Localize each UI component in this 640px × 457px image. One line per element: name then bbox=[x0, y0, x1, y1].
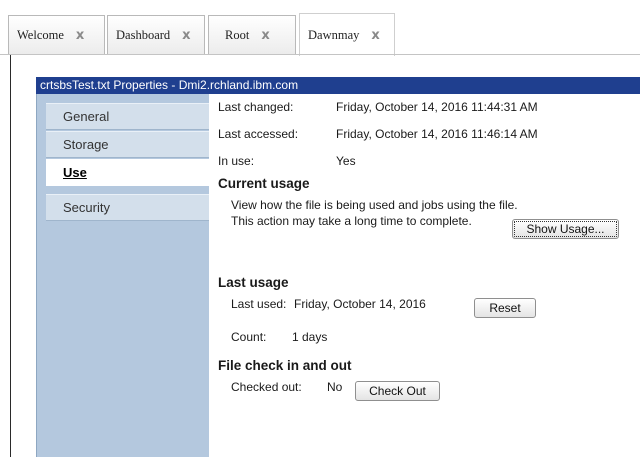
close-icon[interactable]: x bbox=[371, 28, 379, 43]
show-usage-button[interactable]: Show Usage... bbox=[512, 219, 619, 239]
nav-item-label: Use bbox=[63, 165, 87, 180]
tab-divider bbox=[0, 54, 640, 55]
window-title: crtsbsTest.txt Properties - Dmi2.rchland… bbox=[40, 78, 299, 92]
tab-label: Dashboard bbox=[116, 27, 171, 42]
close-icon[interactable]: x bbox=[182, 28, 190, 43]
properties-nav: General Storage Use Security bbox=[36, 94, 210, 457]
last-accessed-label: Last accessed: bbox=[218, 127, 299, 141]
in-use-label: In use: bbox=[218, 154, 255, 168]
window-title-bar: crtsbsTest.txt Properties - Dmi2.rchland… bbox=[36, 77, 640, 94]
nav-item-label: Security bbox=[63, 200, 110, 215]
tab-label: Dawnmay bbox=[308, 27, 360, 42]
tab-dawnmay[interactable]: Dawnmay x bbox=[299, 13, 395, 56]
tab-dashboard[interactable]: Dashboard x bbox=[107, 15, 205, 54]
current-usage-description: View how the file is being used and jobs… bbox=[231, 198, 518, 228]
use-panel: Last changed: Friday, October 14, 2016 1… bbox=[209, 94, 640, 457]
file-check-heading: File check in and out bbox=[218, 358, 352, 373]
reset-button[interactable]: Reset bbox=[474, 298, 536, 318]
check-out-button[interactable]: Check Out bbox=[355, 381, 440, 401]
last-changed-value: Friday, October 14, 2016 11:44:31 AM bbox=[336, 100, 538, 114]
tab-label: Root bbox=[225, 27, 250, 42]
count-value: 1 days bbox=[292, 330, 328, 344]
nav-item-security[interactable]: Security bbox=[46, 194, 210, 221]
last-accessed-value: Friday, October 14, 2016 11:46:14 AM bbox=[336, 127, 538, 141]
close-icon[interactable]: x bbox=[261, 28, 269, 43]
tab-bar: Welcome x Dashboard x Root x Dawnmay x bbox=[0, 0, 640, 58]
count-label: Count: bbox=[231, 330, 267, 344]
last-used-label: Last used: bbox=[231, 297, 287, 311]
close-icon[interactable]: x bbox=[76, 28, 84, 43]
checked-out-label: Checked out: bbox=[231, 380, 302, 394]
tab-label: Welcome bbox=[17, 27, 64, 42]
nav-item-use[interactable]: Use bbox=[46, 159, 210, 186]
nav-item-storage[interactable]: Storage bbox=[46, 131, 210, 158]
nav-item-label: Storage bbox=[63, 137, 109, 152]
nav-item-general[interactable]: General bbox=[46, 103, 210, 130]
nav-item-label: General bbox=[63, 109, 110, 124]
last-usage-heading: Last usage bbox=[218, 275, 289, 290]
current-usage-heading: Current usage bbox=[218, 176, 310, 191]
in-use-value: Yes bbox=[336, 154, 356, 168]
last-used-value: Friday, October 14, 2016 bbox=[294, 297, 426, 311]
checked-out-value: No bbox=[327, 380, 343, 394]
last-changed-label: Last changed: bbox=[218, 100, 294, 114]
tab-welcome[interactable]: Welcome x bbox=[8, 15, 105, 54]
left-border bbox=[10, 55, 11, 457]
tab-root[interactable]: Root x bbox=[208, 15, 296, 54]
